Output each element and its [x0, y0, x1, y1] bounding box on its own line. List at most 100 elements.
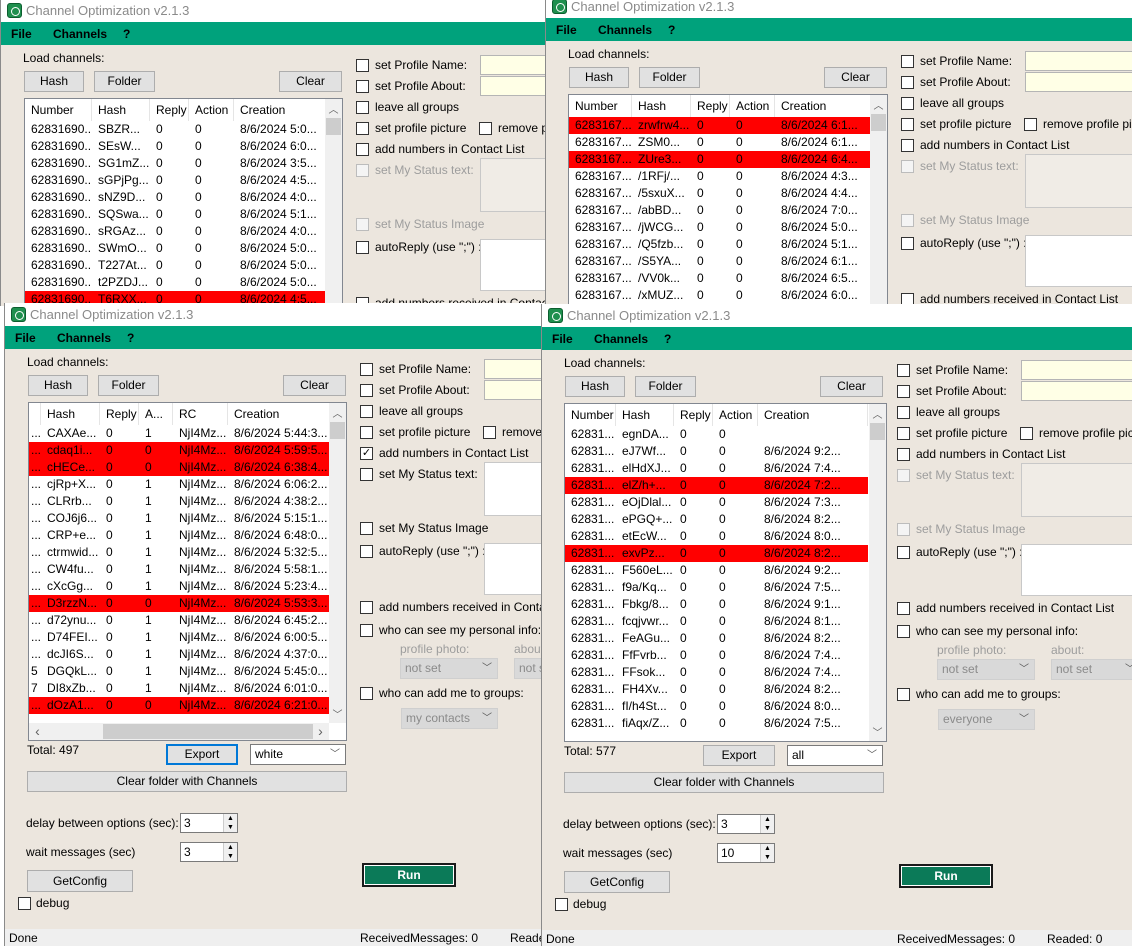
menu-help[interactable]: ?	[668, 23, 675, 37]
add-numbers-contact-checkbox[interactable]	[356, 143, 369, 156]
column-header[interactable]: Creation	[775, 95, 885, 117]
scroll-thumb[interactable]	[871, 114, 886, 131]
stepper-up-icon[interactable]: ▲	[760, 844, 774, 853]
status-text-input[interactable]	[484, 462, 544, 516]
table-row[interactable]: 62831690... SQSwa... 0 0 8/6/2024 5:1...	[25, 206, 342, 223]
set-profile-name-checkbox[interactable]	[897, 364, 910, 377]
table-row[interactable]: 62831690... SG1mZ... 0 0 8/6/2024 3:5...	[25, 155, 342, 172]
table-row[interactable]: ... cdaq1i... 0 0 NjI4Mz... 8/6/2024 5:59:5..…	[29, 442, 340, 459]
set-profile-picture-checkbox[interactable]	[897, 427, 910, 440]
horizontal-scrollbar[interactable]: ‹ ›	[29, 723, 329, 740]
menu-file[interactable]: File	[15, 331, 36, 345]
table-row[interactable]: 62831... FeAGu... 0 0 8/6/2024 8:2...	[565, 630, 868, 647]
leave-all-groups-checkbox[interactable]	[360, 405, 373, 418]
profile-name-input[interactable]	[480, 55, 546, 75]
add-received-contact-checkbox[interactable]	[897, 602, 910, 615]
profile-name-input[interactable]	[484, 359, 544, 379]
clear-folder-button[interactable]: Clear folder with Channels	[27, 771, 347, 792]
profile-about-input[interactable]	[1025, 72, 1132, 92]
set-profile-name-checkbox[interactable]	[360, 363, 373, 376]
table-row[interactable]: ... D74FEI... 0 1 NjI4Mz... 8/6/2024 6:00:5..…	[29, 629, 340, 646]
scroll-left-arrow-icon[interactable]: ‹	[29, 723, 46, 739]
auto-reply-checkbox[interactable]	[901, 237, 914, 250]
scroll-thumb[interactable]	[103, 724, 313, 739]
menu-help[interactable]: ?	[123, 27, 130, 41]
column-header[interactable]: A...	[139, 403, 173, 425]
add-numbers-contact-checkbox[interactable]: ✓	[360, 447, 373, 460]
set-profile-picture-checkbox[interactable]	[360, 426, 373, 439]
set-status-image-checkbox[interactable]	[360, 522, 373, 535]
table-row[interactable]: 62831690... sRGAz... 0 0 8/6/2024 4:0...	[25, 223, 342, 240]
title-bar[interactable]: Channel Optimization v2.1.3	[5, 303, 544, 326]
delay-stepper[interactable]: 3 ▲ ▼	[180, 813, 238, 833]
table-row[interactable]: 62831... fcqjvwr... 0 0 8/6/2024 8:1...	[565, 613, 868, 630]
channels-list[interactable]: Number Hash Reply Action Creation 6283167... z…	[568, 94, 888, 305]
table-row[interactable]: 6283167... /5sxuX... 0 0 8/6/2024 4:4...	[569, 185, 885, 202]
table-row[interactable]: ... cjRp+X... 0 1 NjI4Mz... 8/6/2024 6:06:2..…	[29, 476, 340, 493]
table-row[interactable]: ... COJ6j6... 0 1 NjI4Mz... 8/6/2024 5:15:1..…	[29, 510, 340, 527]
table-row[interactable]: ... d72ynu... 0 1 NjI4Mz... 8/6/2024 6:45:2..…	[29, 612, 340, 629]
table-row[interactable]: 6283167... ZUre3... 0 0 8/6/2024 6:4...	[569, 151, 885, 168]
scroll-right-arrow-icon[interactable]: ›	[312, 723, 329, 739]
leave-all-groups-checkbox[interactable]	[901, 97, 914, 110]
clear-button[interactable]: Clear	[820, 376, 883, 397]
getconfig-button[interactable]: GetConfig	[27, 870, 133, 892]
table-row[interactable]: 62831... elHdXJ... 0 0 8/6/2024 7:4...	[565, 460, 868, 477]
profile-about-input[interactable]	[480, 76, 546, 96]
column-header[interactable]: Hash	[616, 404, 674, 426]
table-row[interactable]: 62831... eJ7Wf... 0 0 8/6/2024 9:2...	[565, 443, 868, 460]
export-button[interactable]: Export	[703, 745, 775, 766]
hash-button[interactable]: Hash	[28, 375, 88, 396]
set-profile-picture-checkbox[interactable]	[356, 122, 369, 135]
who-can-see-info-checkbox[interactable]	[897, 625, 910, 638]
stepper-down-icon[interactable]: ▼	[760, 824, 774, 833]
set-profile-name-checkbox[interactable]	[901, 55, 914, 68]
table-row[interactable]: 62831690... sGPjPg... 0 0 8/6/2024 4:5...	[25, 172, 342, 189]
title-bar[interactable]: Channel Optimization v2.1.3	[542, 304, 1132, 327]
stepper-down-icon[interactable]: ▼	[223, 852, 237, 861]
table-row[interactable]: 6283167... /VV0k... 0 0 8/6/2024 6:5...	[569, 270, 885, 287]
remove-profile-picture-checkbox[interactable]	[479, 122, 492, 135]
column-header[interactable]: Creation	[758, 404, 868, 426]
clear-button[interactable]: Clear	[283, 375, 346, 396]
scroll-up-arrow-icon[interactable]: ︿	[329, 405, 346, 420]
table-row[interactable]: 7 DI8xZb... 0 1 NjI4Mz... 8/6/2024 6:01:0...	[29, 680, 340, 697]
menu-file[interactable]: File	[11, 27, 32, 41]
debug-checkbox[interactable]	[555, 898, 568, 911]
auto-reply-input[interactable]	[484, 543, 544, 595]
profile-name-input[interactable]	[1021, 360, 1132, 380]
scroll-thumb[interactable]	[870, 423, 885, 440]
stepper-down-icon[interactable]: ▼	[760, 853, 774, 862]
column-header[interactable]: Number	[565, 404, 616, 426]
wait-stepper[interactable]: 10 ▲ ▼	[717, 843, 775, 863]
title-bar[interactable]: Channel Optimization v2.1.3	[546, 0, 1132, 18]
channels-list[interactable]: Number Hash Reply Action Creation 62831... egn…	[564, 403, 887, 742]
auto-reply-input[interactable]	[1025, 235, 1132, 287]
table-row[interactable]: 62831690... SEsW... 0 0 8/6/2024 6:0...	[25, 138, 342, 155]
table-row[interactable]: 62831... eOjDlal... 0 0 8/6/2024 7:3...	[565, 494, 868, 511]
table-row[interactable]: ... CRP+e... 0 1 NjI4Mz... 8/6/2024 6:48:0...	[29, 527, 340, 544]
scroll-up-arrow-icon[interactable]: ︿	[869, 406, 886, 421]
set-status-text-checkbox[interactable]	[360, 468, 373, 481]
profile-about-input[interactable]	[484, 380, 544, 400]
add-numbers-contact-checkbox[interactable]	[897, 448, 910, 461]
column-header[interactable]: Hash	[632, 95, 691, 117]
menu-channels[interactable]: Channels	[53, 27, 107, 41]
auto-reply-checkbox[interactable]	[360, 545, 373, 558]
delay-stepper[interactable]: 3 ▲ ▼	[717, 814, 775, 834]
table-row[interactable]: 62831... FFsok... 0 0 8/6/2024 7:4...	[565, 664, 868, 681]
stepper-up-icon[interactable]: ▲	[223, 814, 237, 823]
leave-all-groups-checkbox[interactable]	[897, 406, 910, 419]
column-header[interactable]: Action	[189, 99, 234, 121]
add-numbers-contact-checkbox[interactable]	[901, 139, 914, 152]
wait-stepper[interactable]: 3 ▲ ▼	[180, 842, 238, 862]
table-row[interactable]: 62831690... sNZ9D... 0 0 8/6/2024 4:0...	[25, 189, 342, 206]
add-received-contact-checkbox[interactable]	[360, 601, 373, 614]
column-header[interactable]: Reply	[150, 99, 189, 121]
channels-list[interactable]: Number Hash Reply Action Creation 62831690...…	[24, 98, 343, 306]
scroll-up-arrow-icon[interactable]: ︿	[870, 97, 887, 112]
scroll-up-arrow-icon[interactable]: ︿	[325, 101, 342, 116]
table-row[interactable]: 62831... FH4Xv... 0 0 8/6/2024 8:2...	[565, 681, 868, 698]
table-row[interactable]: 6283167... /jWCG... 0 0 8/6/2024 5:0...	[569, 219, 885, 236]
column-header[interactable]: Creation	[228, 403, 340, 425]
